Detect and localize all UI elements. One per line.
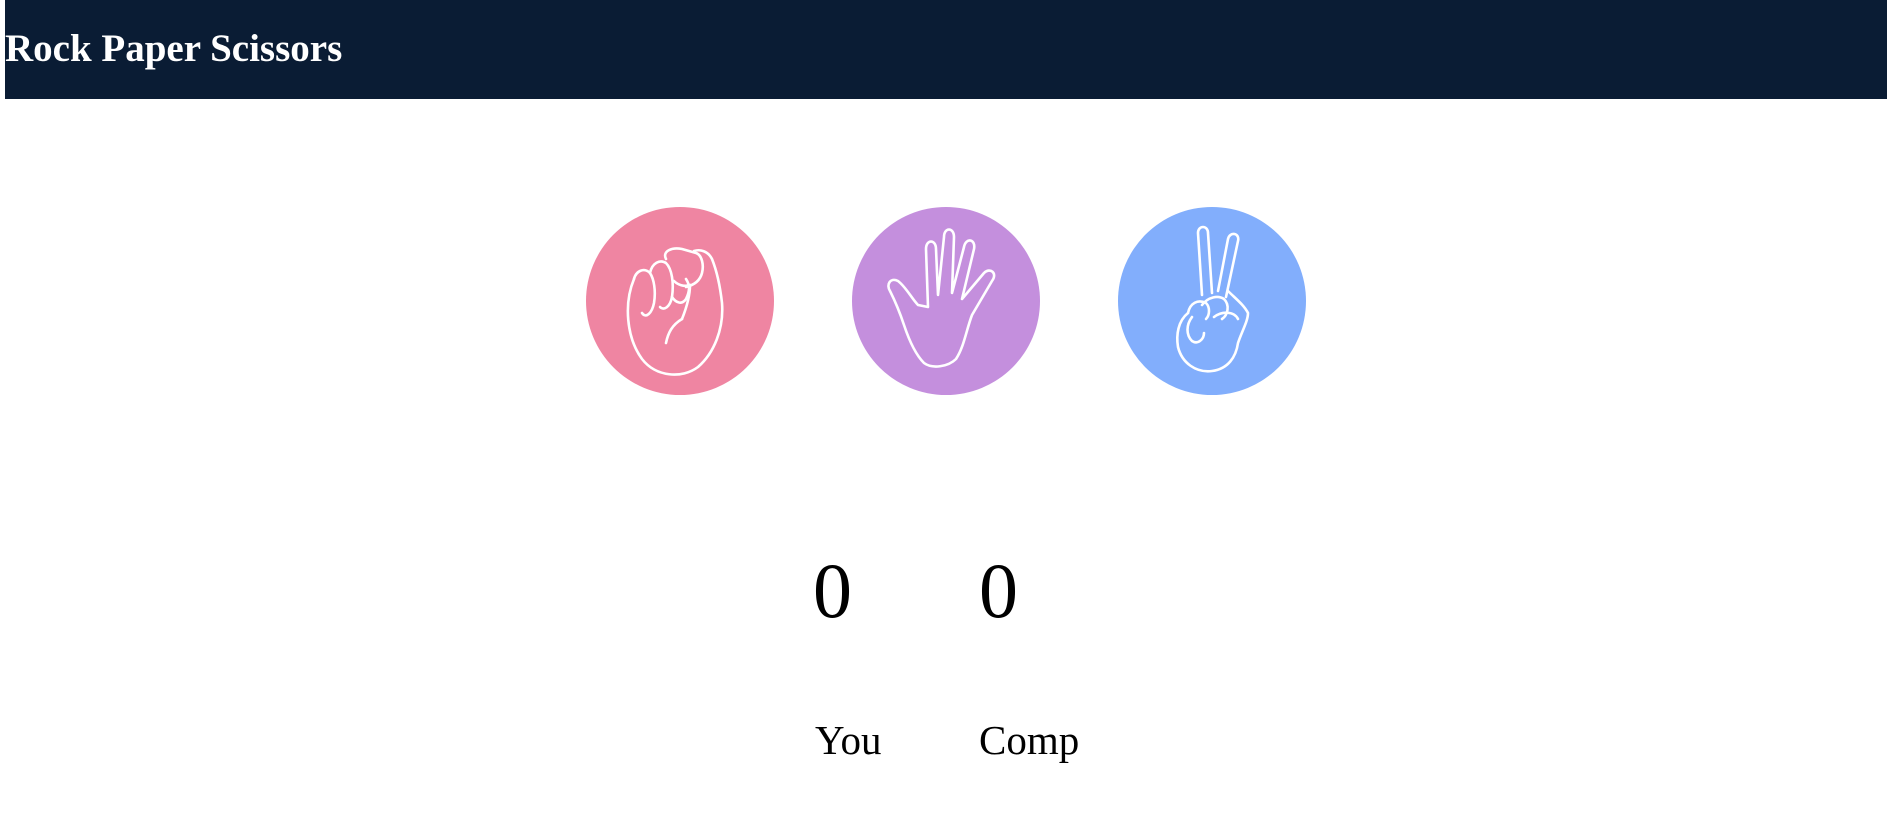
game-page: Rock Paper Scissors 0 0 You Comp [0,0,1892,837]
comp-score: 0 [979,547,1018,634]
peace-hand-icon [1118,207,1306,395]
scissors-choice-button[interactable] [1118,207,1306,395]
paper-choice-button[interactable] [852,207,1040,395]
rock-choice-button[interactable] [586,207,774,395]
fist-icon [586,207,774,395]
header-bar: Rock Paper Scissors [5,0,1887,99]
open-hand-icon [852,207,1040,395]
page-title: Rock Paper Scissors [5,27,343,70]
comp-score-label: Comp [979,717,1080,763]
user-score-label: You [815,717,882,763]
user-score: 0 [813,547,852,634]
